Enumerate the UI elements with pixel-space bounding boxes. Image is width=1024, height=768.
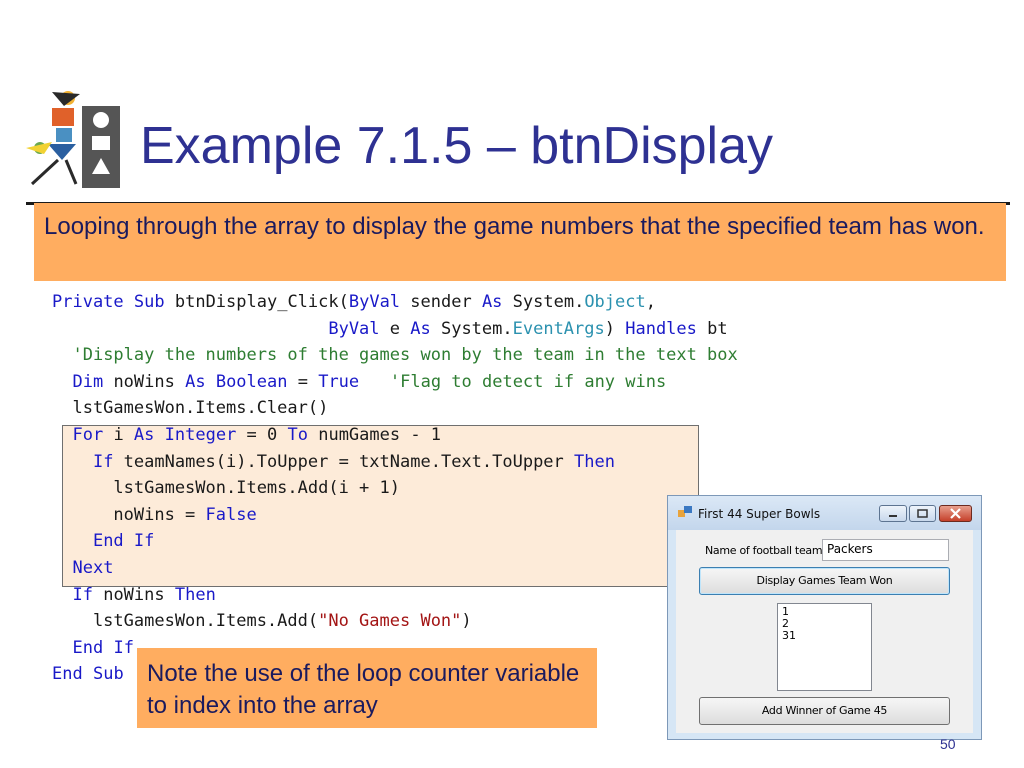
slide-title: Example 7.1.5 – btnDisplay xyxy=(140,117,774,175)
add-winner-button[interactable]: Add Winner of Game 45 xyxy=(699,697,950,725)
list-item[interactable]: 1 xyxy=(782,606,867,618)
maximize-icon xyxy=(917,509,928,518)
close-button[interactable] xyxy=(939,505,972,522)
presentation-logo-icon xyxy=(26,91,120,188)
note-callout: Note the use of the loop counter variabl… xyxy=(137,648,597,728)
maximize-button[interactable] xyxy=(909,505,936,522)
code-line: 'Display the numbers of the games won by… xyxy=(72,345,738,366)
games-won-listbox[interactable]: 1 2 31 xyxy=(777,603,872,691)
intro-callout: Looping through the array to display the… xyxy=(34,203,1006,281)
team-name-input[interactable]: Packers xyxy=(822,539,949,561)
display-games-button[interactable]: Display Games Team Won xyxy=(699,567,950,595)
code-line: noWins = False xyxy=(52,504,257,525)
code-line: lstGamesWon.Items.Add("No Games Won") xyxy=(52,611,472,632)
code-line: End Sub xyxy=(52,664,124,685)
app-window: First 44 Super Bowls Name of football te… xyxy=(667,495,982,740)
code-line: If noWins Then xyxy=(72,584,216,605)
window-titlebar: First 44 Super Bowls xyxy=(668,496,981,530)
code-line: End If xyxy=(92,531,155,552)
minimize-icon xyxy=(889,515,897,517)
minimize-button[interactable] xyxy=(879,505,907,522)
code-line: End If xyxy=(72,637,134,658)
code-line: lstGamesWon.Items.Clear() xyxy=(52,398,329,419)
code-line: Dim noWins As Boolean = True 'Flag to de… xyxy=(72,371,667,392)
app-icon xyxy=(678,506,692,517)
team-name-label: Name of football team: xyxy=(705,544,826,557)
code-line: For i As Integer = 0 To numGames - 1 xyxy=(72,425,442,445)
close-icon xyxy=(950,508,961,519)
window-client-area: Name of football team: Packers Display G… xyxy=(676,530,973,733)
page-number: 50 xyxy=(940,736,956,752)
code-line: lstGamesWon.Items.Add(i + 1) xyxy=(52,478,400,499)
list-item[interactable]: 31 xyxy=(782,630,867,642)
code-line: If teamNames(i).ToUpper = txtName.Text.T… xyxy=(92,451,615,472)
code-line: ByVal e As System.EventArgs) Handles bt xyxy=(328,318,728,339)
window-title: First 44 Super Bowls xyxy=(698,507,821,521)
code-line: Next xyxy=(72,558,114,578)
code-line: Private Sub btnDisplay_Click(ByVal sende… xyxy=(52,292,656,312)
